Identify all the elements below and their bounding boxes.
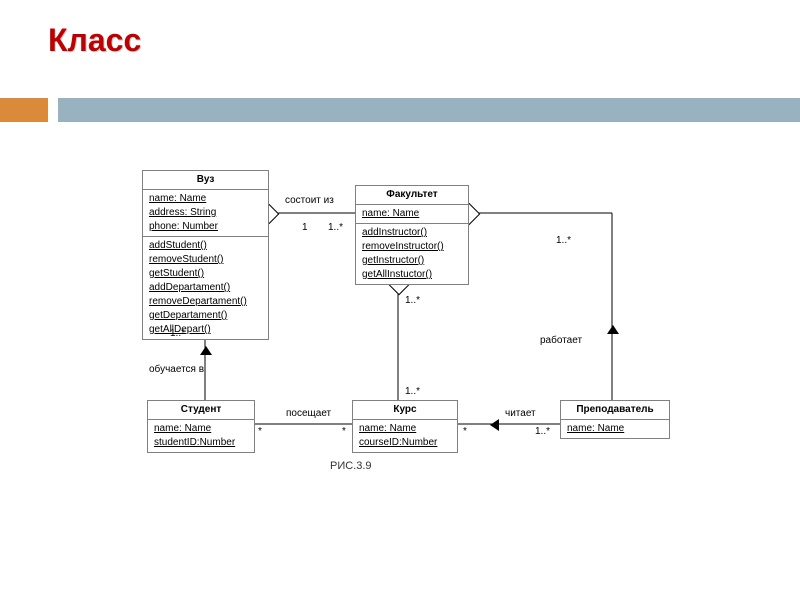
class-attr: name: Name [359, 422, 451, 436]
class-attr: name: Name [154, 422, 248, 436]
blue-accent-bar [58, 98, 800, 122]
multiplicity: 1 [302, 222, 308, 233]
class-title: Факультет [356, 186, 468, 205]
class-attributes: name: Name address: String phone: Number [143, 190, 268, 237]
multiplicity: * [463, 426, 467, 437]
class-attr: courseID:Number [359, 436, 451, 450]
figure-caption: РИС.3.9 [330, 460, 372, 472]
multiplicity: * [258, 426, 262, 437]
assoc-label-teaches: читает [505, 408, 536, 419]
multiplicity: 1..* [535, 426, 550, 437]
multiplicity: 1..* [405, 295, 420, 306]
class-op: addStudent() [149, 239, 262, 253]
class-operations: addInstructor() removeInstructor() getIn… [356, 224, 468, 284]
class-operations: addStudent() removeStudent() getStudent(… [143, 237, 268, 339]
direction-arrow-icon [607, 325, 619, 334]
class-teacher: Преподаватель name: Name [560, 400, 670, 439]
class-attr: address: String [149, 206, 262, 220]
orange-accent-bar [0, 98, 48, 122]
class-op: getAllDepart() [149, 323, 262, 337]
class-attr: name: Name [149, 192, 262, 206]
class-attr: name: Name [567, 422, 663, 436]
class-student: Студент name: Name studentID:Number [147, 400, 255, 453]
class-attr: phone: Number [149, 220, 262, 234]
title-underline-bars [0, 98, 800, 122]
class-op: getDepartament() [149, 309, 262, 323]
class-attributes: name: Name [561, 420, 669, 438]
class-faculty: Факультет name: Name addInstructor() rem… [355, 185, 469, 285]
class-op: getInstructor() [362, 254, 462, 268]
class-attributes: name: Name courseID:Number [353, 420, 457, 452]
multiplicity: * [342, 426, 346, 437]
class-op: removeInstructor() [362, 240, 462, 254]
assoc-label-works-at: работает [540, 335, 582, 346]
multiplicity: 1..* [328, 222, 343, 233]
class-attributes: name: Name studentID:Number [148, 420, 254, 452]
class-attributes: name: Name [356, 205, 468, 224]
class-title: Вуз [143, 171, 268, 190]
class-title: Преподаватель [561, 401, 669, 420]
class-title: Студент [148, 401, 254, 420]
class-attr: name: Name [362, 207, 462, 221]
assoc-label-attends: посещает [286, 408, 331, 419]
assoc-label-consists-of: состоит из [285, 195, 334, 206]
class-op: addInstructor() [362, 226, 462, 240]
class-op: addDepartament() [149, 281, 262, 295]
multiplicity: 1..* [170, 328, 185, 339]
page-title: Класс [0, 0, 800, 59]
assoc-label-studies-at: обучается в [149, 364, 204, 375]
class-op: getStudent() [149, 267, 262, 281]
diagram-lines [0, 0, 800, 600]
class-op: removeDepartament() [149, 295, 262, 309]
class-title: Курс [353, 401, 457, 420]
direction-arrow-icon [200, 346, 212, 355]
uml-class-diagram: Вуз name: Name address: String phone: Nu… [0, 0, 800, 600]
class-university: Вуз name: Name address: String phone: Nu… [142, 170, 269, 340]
class-op: removeStudent() [149, 253, 262, 267]
class-attr: studentID:Number [154, 436, 248, 450]
direction-arrow-icon [490, 419, 499, 431]
class-course: Курс name: Name courseID:Number [352, 400, 458, 453]
multiplicity: 1..* [556, 235, 571, 246]
multiplicity: 1..* [405, 386, 420, 397]
class-op: getAllInstuctor() [362, 268, 462, 282]
